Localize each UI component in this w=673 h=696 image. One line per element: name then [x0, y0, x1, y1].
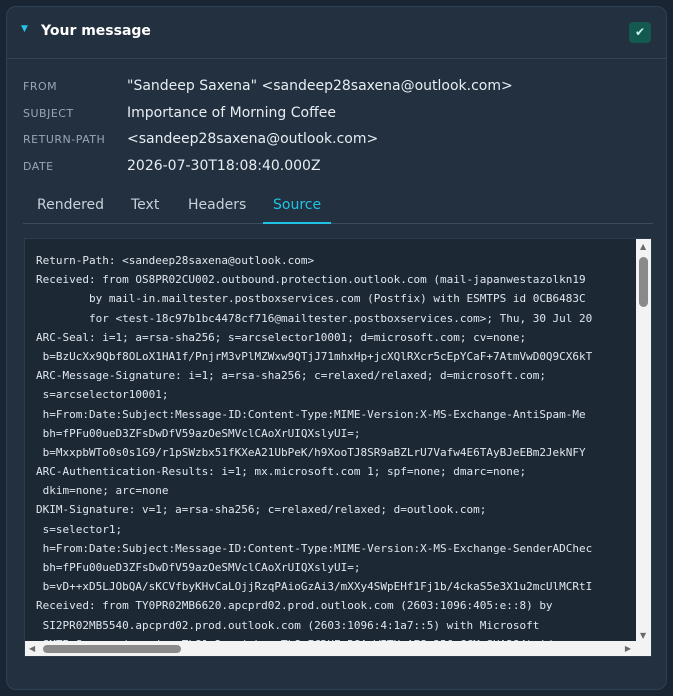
source-line: Received: from TY0PR02MB6620.apcprd02.pr…: [36, 599, 553, 613]
source-line: dkim=none; arc=none: [36, 484, 169, 498]
horizontal-scroll-thumb[interactable]: [43, 645, 181, 653]
meta-row-subject: SUBJECT Importance of Morning Coffee: [23, 105, 653, 123]
scroll-left-arrow-icon[interactable]: ◀: [29, 644, 35, 653]
source-line: ARC-Seal: i=1; a=rsa-sha256; s=arcselect…: [36, 330, 527, 344]
horizontal-scrollbar[interactable]: ◀ ▶: [25, 641, 651, 656]
tab-source[interactable]: Source: [263, 197, 332, 224]
source-line: ARC-Authentication-Results: i=1; mx.micr…: [36, 465, 527, 479]
meta-row-return-path: RETURN-PATH <sandeep28saxena@outlook.com…: [23, 131, 653, 149]
view-tabs: Rendered Text Headers Source: [23, 193, 653, 224]
source-line: SI2PR02MB5540.apcprd02.prod.outlook.com …: [36, 618, 540, 632]
from-label: FROM: [23, 80, 58, 93]
collapse-caret-icon[interactable]: ▼: [21, 25, 29, 34]
date-label: DATE: [23, 160, 54, 173]
source-line: b=vD++xD5LJObQA/sKCVfbyKHvCaLOjjRzqPAioG…: [36, 580, 593, 594]
meta-row-from: FROM "Sandeep Saxena" <sandeep28saxena@o…: [23, 78, 653, 96]
tab-text[interactable]: Text: [131, 197, 159, 224]
source-line: s=selector1;: [36, 522, 123, 536]
meta-row-date: DATE 2026-07-30T18:08:40.000Z: [23, 158, 653, 176]
return-path-label: RETURN-PATH: [23, 133, 106, 146]
source-line: bh=fPFu00ueD3ZFsDwDfV59azOeSMVclCAoXrUIQ…: [36, 561, 361, 574]
source-line: DKIM-Signature: v=1; a=rsa-sha256; c=rel…: [36, 503, 487, 517]
message-header[interactable]: ▼ Your message ✔: [7, 7, 666, 59]
source-line: h=From:Date:Subject:Message-ID:Content-T…: [36, 541, 593, 555]
source-line: by mail-in.mailtester.postboxservices.co…: [36, 292, 586, 306]
vertical-scrollbar[interactable]: ▲ ▼: [636, 239, 651, 643]
source-line: h=From:Date:Subject:Message-ID:Content-T…: [36, 407, 586, 421]
scroll-down-arrow-icon[interactable]: ▼: [640, 631, 646, 640]
checkmark-icon[interactable]: ✔: [629, 22, 651, 43]
scroll-up-arrow-icon[interactable]: ▲: [640, 242, 646, 251]
source-line: b=BzUcXx9Qbf8OLoX1HA1f/PnjrM3vPlMZWxw9QT…: [36, 349, 593, 363]
source-line: bh=fPFu00ueD3ZFsDwDfV59azOeSMVclCAoXrUIQ…: [36, 426, 361, 440]
subject-label: SUBJECT: [23, 107, 74, 120]
source-lines: Return-Path: <sandeep28saxena@outlook.co…: [36, 251, 635, 641]
scroll-right-arrow-icon[interactable]: ▶: [625, 644, 631, 653]
subject-value: Importance of Morning Coffee: [127, 105, 336, 121]
vertical-scroll-thumb[interactable]: [639, 257, 648, 307]
source-line: for <test-18c97b1bc4478cf716@mailtester.…: [36, 311, 593, 325]
return-path-value: <sandeep28saxena@outlook.com>: [127, 131, 379, 147]
panel-title: Your message: [41, 23, 151, 39]
message-panel: ▼ Your message ✔ FROM "Sandeep Saxena" <…: [6, 6, 667, 690]
source-viewer[interactable]: Return-Path: <sandeep28saxena@outlook.co…: [24, 238, 652, 657]
from-value: "Sandeep Saxena" <sandeep28saxena@outloo…: [127, 78, 513, 94]
source-line: s=arcselector10001;: [36, 388, 169, 402]
source-line: Return-Path: <sandeep28saxena@outlook.co…: [36, 254, 315, 267]
source-line: ARC-Message-Signature: i=1; a=rsa-sha256…: [36, 369, 546, 383]
tab-rendered[interactable]: Rendered: [37, 197, 104, 224]
tab-headers[interactable]: Headers: [188, 197, 246, 224]
source-line: b=MxxpbWTo0s0s1G9/r1pSWzbx51fKXeA21UbPeK…: [36, 445, 586, 459]
date-value: 2026-07-30T18:08:40.000Z: [127, 158, 321, 174]
source-line: Received: from OS8PR02CU002.outbound.pro…: [36, 273, 586, 287]
